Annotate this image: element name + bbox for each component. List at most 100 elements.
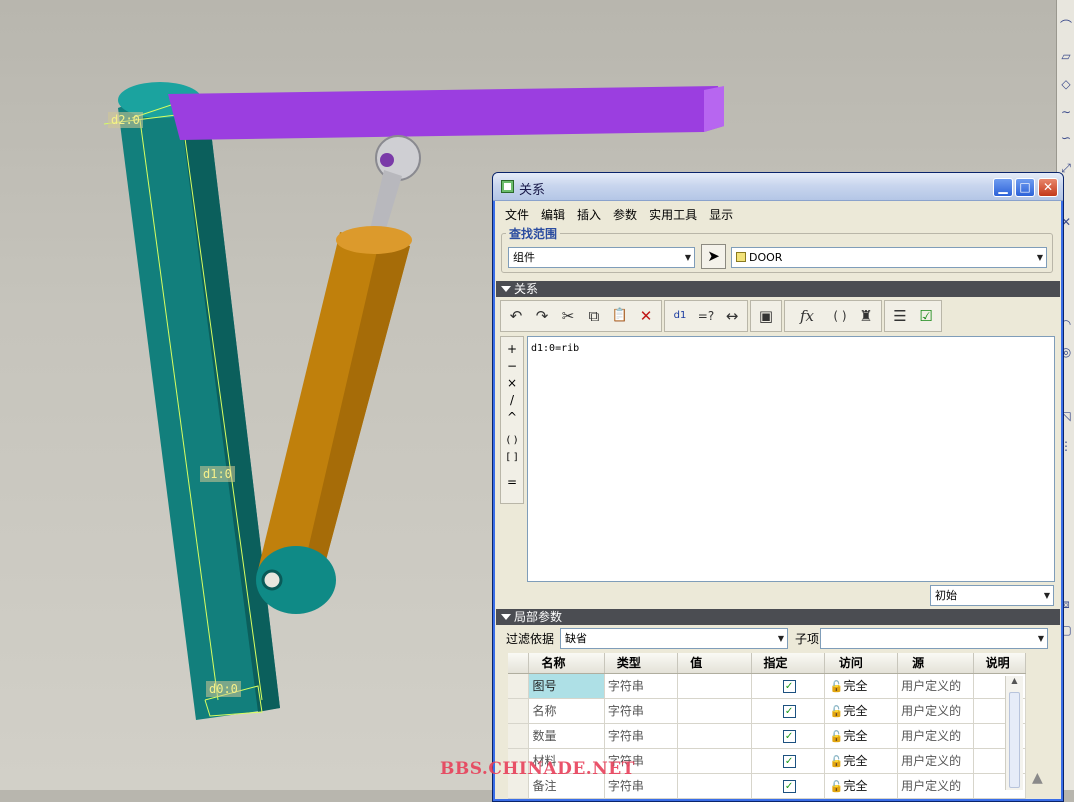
relations-section-header[interactable]: 关系 bbox=[496, 281, 1060, 297]
row-selector[interactable] bbox=[508, 698, 530, 724]
local-params-section-header[interactable]: 局部参数 bbox=[496, 609, 1060, 625]
menu-parameters[interactable]: 参数 bbox=[607, 203, 643, 226]
param-name[interactable]: 数量 bbox=[528, 723, 605, 749]
show-values-icon[interactable]: d1 bbox=[667, 303, 693, 329]
curve-icon[interactable]: ∼ bbox=[1058, 104, 1074, 120]
dimension-label-mid[interactable]: d1:0 bbox=[200, 466, 235, 482]
param-designate[interactable]: ✓ bbox=[751, 673, 825, 699]
operator-divide[interactable]: / bbox=[501, 392, 523, 409]
relation-text: d1:0=rib bbox=[531, 343, 580, 354]
scroll-up-icon[interactable]: ▲ bbox=[1006, 676, 1023, 685]
col-description[interactable]: 说明 bbox=[973, 653, 1027, 674]
sketch-icon[interactable]: ⌒ bbox=[1058, 18, 1074, 34]
sort-relations-icon[interactable]: ▣ bbox=[753, 303, 779, 329]
param-value[interactable] bbox=[677, 673, 752, 699]
param-designate[interactable]: ✓ bbox=[751, 773, 825, 799]
param-source[interactable]: 用户定义的 bbox=[897, 673, 974, 699]
param-source[interactable]: 用户定义的 bbox=[897, 773, 974, 799]
menu-edit[interactable]: 编辑 bbox=[535, 203, 571, 226]
param-source[interactable]: 用户定义的 bbox=[897, 748, 974, 774]
param-value[interactable] bbox=[677, 723, 752, 749]
operator-parentheses[interactable]: ( ) bbox=[501, 432, 523, 449]
filter-select[interactable]: 缺省 ▼ bbox=[560, 628, 788, 649]
col-type[interactable]: 类型 bbox=[604, 653, 679, 674]
param-name[interactable]: 名称 bbox=[528, 698, 605, 724]
operator-plus[interactable]: + bbox=[501, 341, 523, 358]
col-value[interactable]: 值 bbox=[677, 653, 752, 674]
insert-dimension-icon[interactable]: ↔ bbox=[719, 303, 745, 329]
table-scrollbar[interactable]: ▲ bbox=[1005, 676, 1023, 790]
param-access[interactable]: 🔓完全 bbox=[824, 723, 899, 749]
operator-minus[interactable]: − bbox=[501, 358, 523, 375]
spline-icon[interactable]: ∽ bbox=[1058, 130, 1074, 146]
operator-power[interactable]: ^ bbox=[501, 409, 523, 426]
child-label: 子项 bbox=[795, 632, 820, 646]
designate-checkbox[interactable]: ✓ bbox=[782, 755, 796, 768]
table-row[interactable]: 名称 字符串 ✓ 🔓完全 用户定义的 bbox=[508, 698, 1027, 724]
param-source[interactable]: 用户定义的 bbox=[897, 723, 974, 749]
col-access[interactable]: 访问 bbox=[824, 653, 899, 674]
param-source[interactable]: 用户定义的 bbox=[897, 698, 974, 724]
param-access[interactable]: 🔓完全 bbox=[824, 698, 899, 724]
col-source[interactable]: 源 bbox=[897, 653, 974, 674]
col-designate[interactable]: 指定 bbox=[751, 653, 825, 674]
paste-icon[interactable]: 📋 bbox=[607, 303, 633, 329]
initial-select[interactable]: 初始 ▼ bbox=[930, 585, 1054, 606]
row-selector[interactable] bbox=[508, 723, 530, 749]
param-type[interactable]: 字符串 bbox=[604, 673, 679, 699]
param-value[interactable] bbox=[677, 773, 752, 799]
designate-checkbox[interactable]: ✓ bbox=[782, 680, 796, 693]
designate-checkbox[interactable]: ✓ bbox=[782, 730, 796, 743]
param-access[interactable]: 🔓完全 bbox=[824, 748, 899, 774]
maximize-button[interactable]: □ bbox=[1015, 178, 1035, 197]
param-name[interactable]: 图号 bbox=[528, 673, 605, 699]
select-model-button[interactable]: ➤ bbox=[701, 244, 726, 269]
operator-brackets[interactable]: [ ] bbox=[501, 449, 523, 466]
plane-icon[interactable]: ▱ bbox=[1058, 48, 1074, 64]
param-value[interactable] bbox=[677, 698, 752, 724]
operator-equals[interactable]: = bbox=[501, 474, 523, 491]
datum-icon[interactable]: ◇ bbox=[1058, 76, 1074, 92]
verify-icon[interactable]: ☑ bbox=[913, 303, 939, 329]
evaluate-icon[interactable]: =? bbox=[693, 303, 719, 329]
param-value[interactable] bbox=[677, 748, 752, 774]
brackets-icon[interactable]: ( ) bbox=[827, 303, 853, 329]
unit-check-icon[interactable]: ♜ bbox=[853, 303, 879, 329]
scroll-thumb[interactable] bbox=[1009, 692, 1020, 788]
close-button[interactable]: ✕ bbox=[1038, 178, 1058, 197]
cut-icon[interactable]: ✂ bbox=[555, 303, 581, 329]
operator-multiply[interactable]: × bbox=[501, 375, 523, 392]
menu-file[interactable]: 文件 bbox=[499, 203, 535, 226]
minimize-button[interactable]: ▁ bbox=[993, 178, 1013, 197]
param-type[interactable]: 字符串 bbox=[604, 723, 679, 749]
table-row[interactable]: 图号 字符串 ✓ 🔓完全 用户定义的 bbox=[508, 673, 1027, 699]
table-row[interactable]: 数量 字符串 ✓ 🔓完全 用户定义的 bbox=[508, 723, 1027, 749]
scope-type-select[interactable]: 组件 ▼ bbox=[508, 247, 695, 268]
dimension-label-top[interactable]: d2:0 bbox=[108, 112, 143, 128]
resize-grip-icon[interactable]: ▲ bbox=[1032, 770, 1043, 786]
dialog-titlebar[interactable]: 关系 ▁ □ ✕ bbox=[493, 173, 1063, 201]
dimension-label-bottom[interactable]: d0:0 bbox=[206, 681, 241, 697]
param-designate[interactable]: ✓ bbox=[751, 698, 825, 724]
child-select[interactable]: ▼ bbox=[820, 628, 1048, 649]
check-list-icon[interactable]: ☰ bbox=[887, 303, 913, 329]
param-type[interactable]: 字符串 bbox=[604, 698, 679, 724]
col-name[interactable]: 名称 bbox=[528, 653, 605, 674]
function-icon[interactable]: fx bbox=[787, 303, 827, 329]
relations-editor[interactable]: d1:0=rib bbox=[527, 336, 1055, 582]
redo-icon[interactable]: ↷ bbox=[529, 303, 555, 329]
scope-model-select[interactable]: DOOR ▼ bbox=[731, 247, 1047, 268]
row-selector[interactable] bbox=[508, 673, 530, 699]
designate-checkbox[interactable]: ✓ bbox=[782, 780, 796, 793]
undo-icon[interactable]: ↶ bbox=[503, 303, 529, 329]
menu-display[interactable]: 显示 bbox=[703, 203, 739, 226]
delete-icon[interactable]: ✕ bbox=[633, 303, 659, 329]
param-designate[interactable]: ✓ bbox=[751, 748, 825, 774]
param-access[interactable]: 🔓完全 bbox=[824, 773, 899, 799]
menu-insert[interactable]: 插入 bbox=[571, 203, 607, 226]
param-designate[interactable]: ✓ bbox=[751, 723, 825, 749]
designate-checkbox[interactable]: ✓ bbox=[782, 705, 796, 718]
param-access[interactable]: 🔓完全 bbox=[824, 673, 899, 699]
copy-icon[interactable]: ⧉ bbox=[581, 303, 607, 329]
menu-utilities[interactable]: 实用工具 bbox=[643, 203, 703, 226]
